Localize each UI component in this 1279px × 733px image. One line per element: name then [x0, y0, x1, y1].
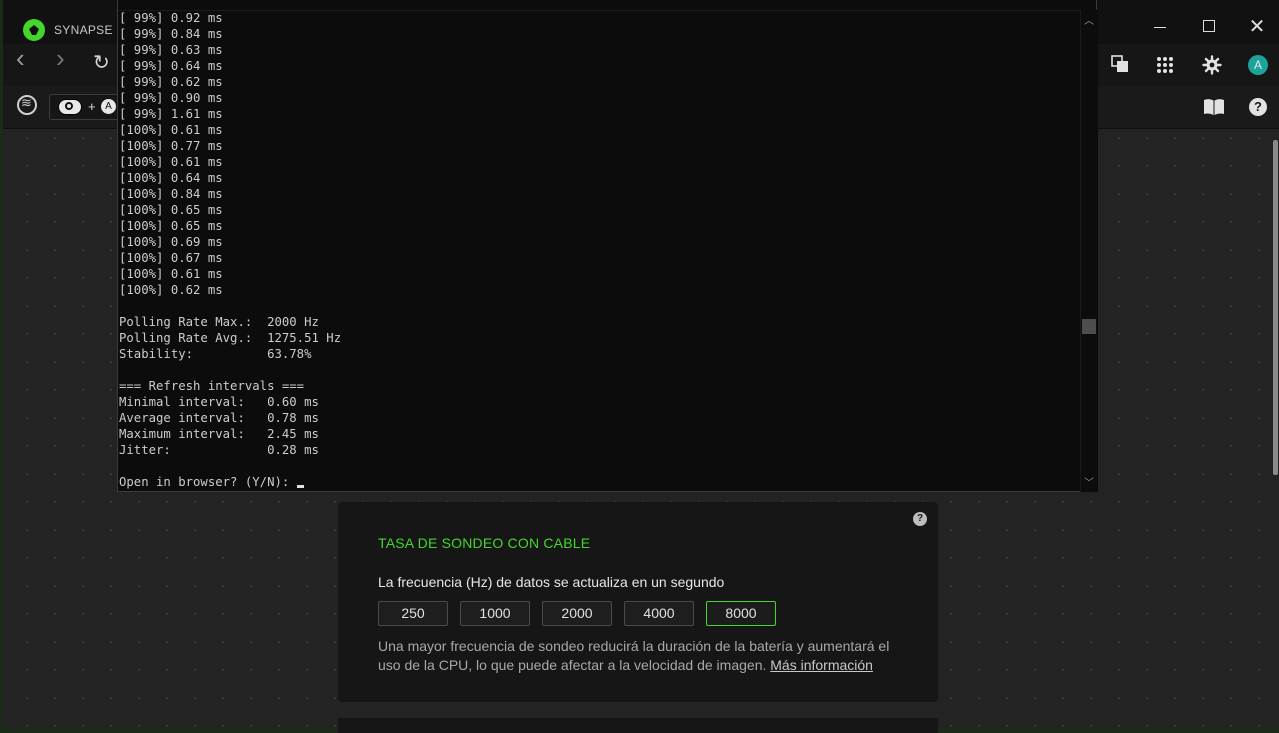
console-line: [100%] 0.61 ms: [119, 267, 223, 281]
rate-button-250[interactable]: 250: [378, 601, 448, 626]
page-scrollbar[interactable]: [1273, 140, 1278, 475]
console-line: [100%] 0.65 ms: [119, 219, 223, 233]
console-line: [ 99%] 0.62 ms: [119, 75, 223, 89]
next-card-edge: [338, 718, 938, 733]
console-line: [100%] 0.62 ms: [119, 283, 223, 297]
more-info-link[interactable]: Más información: [770, 657, 873, 673]
switch-device-icon[interactable]: [1111, 55, 1129, 73]
console-line: [ 99%] 0.64 ms: [119, 59, 223, 73]
rate-button-8000[interactable]: 8000: [706, 601, 776, 626]
console-line: [ 99%] 0.90 ms: [119, 91, 223, 105]
console-line: Jitter: 0.28 ms: [119, 443, 319, 457]
minimize-button[interactable]: [1149, 16, 1171, 38]
toggle-key-icon: [58, 99, 82, 115]
profiles-icon[interactable]: [17, 95, 37, 115]
console-scroll-thumb[interactable]: [1082, 319, 1096, 334]
console-line: Minimal interval: 0.60 ms: [119, 395, 319, 409]
book-icon[interactable]: [1203, 98, 1225, 116]
card-title: TASA DE SONDEO CON CABLE: [378, 535, 591, 551]
console-line: [ 99%] 0.84 ms: [119, 27, 223, 41]
console-line: [ 99%] 0.92 ms: [119, 11, 223, 25]
console-window[interactable]: [ 99%] 0.92 ms [ 99%] 0.84 ms [ 99%] 0.6…: [117, 0, 1098, 492]
plus-sign: +: [88, 99, 96, 114]
back-icon[interactable]: ‹: [16, 45, 25, 71]
maximize-button[interactable]: [1198, 16, 1220, 38]
settings-gear-icon[interactable]: [1202, 55, 1222, 75]
console-line: [100%] 0.61 ms: [119, 155, 223, 169]
console-line: === Refresh intervals ===: [119, 379, 305, 393]
forward-icon[interactable]: ›: [56, 45, 65, 71]
console-line: [ 99%] 1.61 ms: [119, 107, 223, 121]
refresh-icon[interactable]: ↻: [93, 53, 110, 73]
cursor-icon: [296, 485, 304, 488]
console-line: [100%] 0.77 ms: [119, 139, 223, 153]
console-scrollbar[interactable]: ︿ ﹀: [1080, 10, 1098, 492]
rate-button-2000[interactable]: 2000: [542, 601, 612, 626]
console-line: Maximum interval: 2.45 ms: [119, 427, 319, 441]
console-line: [100%] 0.64 ms: [119, 171, 223, 185]
console-line: [100%] 0.65 ms: [119, 203, 223, 217]
rate-button-1000[interactable]: 1000: [460, 601, 530, 626]
close-button[interactable]: ✕: [1246, 16, 1268, 38]
card-note: Una mayor frecuencia de sondeo reducirá …: [378, 637, 898, 675]
key-a-badge: A: [101, 99, 116, 114]
console-line: Polling Rate Avg.: 1275.51 Hz: [119, 331, 342, 345]
question-icon[interactable]: ?: [913, 512, 927, 526]
card-subtitle: La frecuencia (Hz) de datos se actualiza…: [378, 574, 725, 590]
app-title: SYNAPSE: [54, 23, 113, 37]
console-line: [100%] 0.84 ms: [119, 187, 223, 201]
console-line: Polling Rate Max.: 2000 Hz: [119, 315, 319, 329]
console-prompt: Open in browser? (Y/N):: [119, 475, 297, 489]
rate-button-4000[interactable]: 4000: [624, 601, 694, 626]
scroll-up-icon[interactable]: ︿: [1084, 12, 1094, 27]
console-line: [100%] 0.67 ms: [119, 251, 223, 265]
apps-grid-icon[interactable]: [1156, 56, 1174, 74]
console-line: [ 99%] 0.63 ms: [119, 43, 223, 57]
console-line: [100%] 0.61 ms: [119, 123, 223, 137]
razer-logo-icon: [23, 19, 45, 41]
polling-rate-card: ? TASA DE SONDEO CON CABLE La frecuencia…: [338, 502, 938, 702]
console-output: [ 99%] 0.92 ms [ 99%] 0.84 ms [ 99%] 0.6…: [119, 10, 341, 490]
console-line: Stability: 63.78%: [119, 347, 312, 361]
console-line: [100%] 0.69 ms: [119, 235, 223, 249]
user-avatar[interactable]: A: [1248, 55, 1268, 75]
help-icon[interactable]: ?: [1249, 98, 1267, 116]
scroll-down-icon[interactable]: ﹀: [1084, 474, 1094, 489]
console-line: Average interval: 0.78 ms: [119, 411, 319, 425]
